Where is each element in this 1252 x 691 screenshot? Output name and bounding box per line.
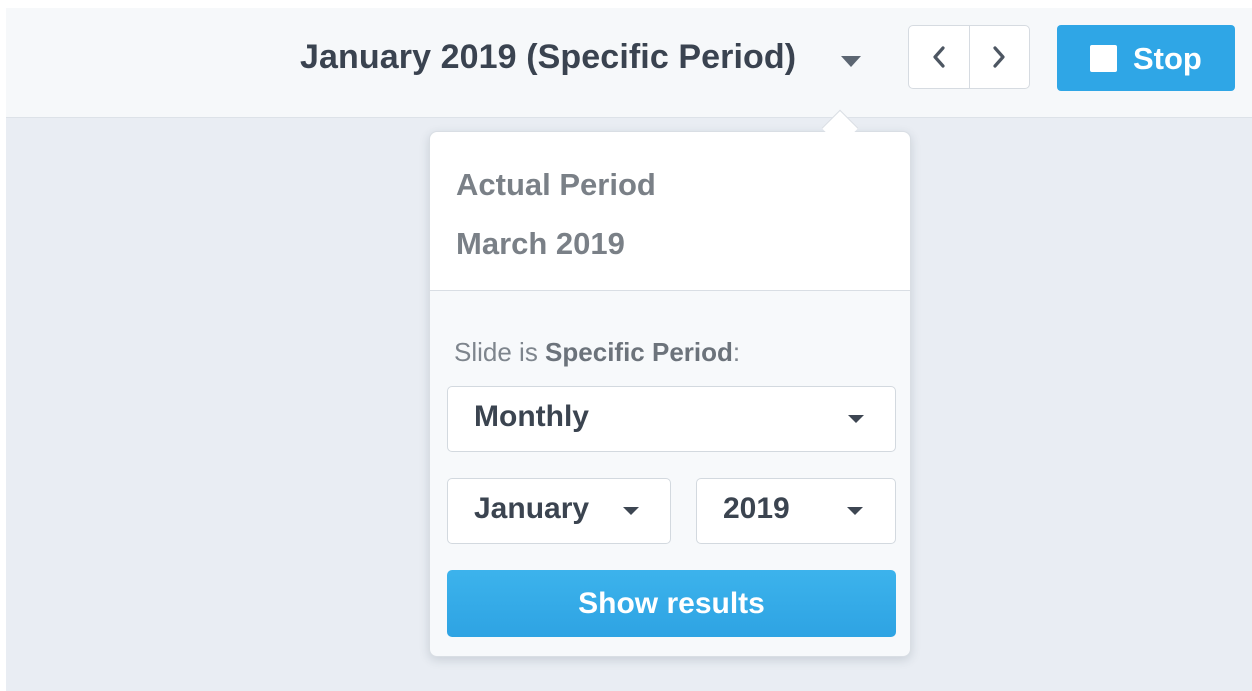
slide-mode-suffix: : [732,337,741,367]
frequency-select[interactable]: Monthly [447,386,896,452]
slide-mode-prefix: Slide is [454,337,546,367]
stop-button-label: Stop [1133,41,1202,76]
next-period-button[interactable] [968,26,1030,88]
chevron-right-icon [993,46,1005,68]
caret-down-icon [848,415,864,423]
period-navigation [908,25,1030,89]
year-select-value: 2019 [723,492,790,525]
actual-period-section: Actual Period March 2019 [430,132,910,291]
caret-down-icon[interactable] [841,56,861,67]
chevron-left-icon [933,46,945,68]
caret-down-icon [623,507,639,515]
frequency-select-value: Monthly [474,400,589,433]
period-title[interactable]: January 2019 (Specific Period) [300,38,796,77]
period-popover: Actual Period March 2019 Slide is Specif… [429,131,911,657]
month-select-value: January [474,492,590,525]
previous-period-button[interactable] [909,26,969,88]
month-select[interactable]: January [447,478,671,544]
actual-period-value: March 2019 [456,226,625,261]
square-icon [1090,45,1117,72]
year-select[interactable]: 2019 [696,478,896,544]
slide-mode-label: Slide is Specific Period: [454,337,740,368]
stop-button[interactable]: Stop [1057,25,1235,91]
top-toolbar: January 2019 (Specific Period) Stop [6,8,1252,118]
caret-down-icon [847,507,863,515]
actual-period-label: Actual Period [456,167,656,202]
show-results-button[interactable]: Show results [447,570,896,637]
app-frame: January 2019 (Specific Period) Stop Actu… [6,8,1252,691]
slide-mode-value: Specific Period [545,337,733,367]
